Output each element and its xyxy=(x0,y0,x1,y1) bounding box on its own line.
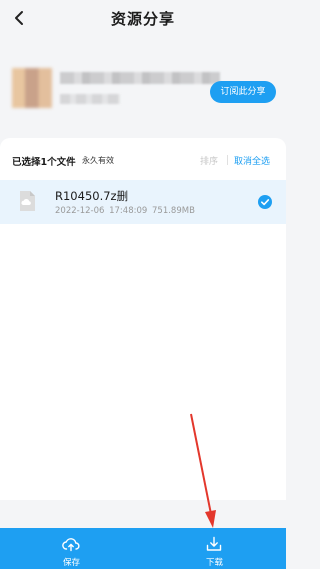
file-time: 17:48:09 xyxy=(109,206,148,216)
divider xyxy=(227,155,228,165)
save-button[interactable]: 保存 xyxy=(0,528,143,569)
download-button[interactable]: 下载 xyxy=(143,528,286,569)
validity-label: 永久有效 xyxy=(82,156,114,165)
sharer-name-redacted xyxy=(60,72,220,84)
file-size: 751.89MB xyxy=(152,206,195,216)
cloud-upload-icon xyxy=(62,538,80,552)
file-row[interactable]: R10450.7z删 2022-12-06 17:48:09 751.89MB xyxy=(0,180,286,224)
file-date: 2022-12-06 xyxy=(55,206,105,216)
file-icon xyxy=(20,191,35,211)
subscribe-button[interactable]: 订阅此分享 xyxy=(210,81,276,103)
avatar xyxy=(12,68,52,108)
sharer-info: 订阅此分享 xyxy=(0,48,286,134)
download-icon xyxy=(206,536,222,551)
selected-count: 已选择1个文件 xyxy=(12,157,76,168)
file-name: R10450.7z删 xyxy=(55,189,129,203)
sharer-sub-redacted xyxy=(60,94,120,104)
save-label: 保存 xyxy=(62,558,80,568)
page-title: 资源分享 xyxy=(110,10,175,28)
file-meta: 2022-12-06 17:48:09 751.89MB xyxy=(55,206,195,216)
selection-bar: 已选择1个文件 永久有效 排序 取消全选 xyxy=(0,150,286,170)
check-icon[interactable] xyxy=(258,195,272,209)
cancel-select-all-button[interactable]: 取消全选 xyxy=(234,154,270,167)
sort-button[interactable]: 排序 xyxy=(200,154,218,167)
top-bar: 资源分享 xyxy=(0,0,286,38)
download-label: 下载 xyxy=(205,558,223,568)
bottom-action-bar: 保存 下载 xyxy=(0,528,286,569)
file-panel: 已选择1个文件 永久有效 排序 取消全选 R10450.7z删 2022-12-… xyxy=(0,138,286,500)
